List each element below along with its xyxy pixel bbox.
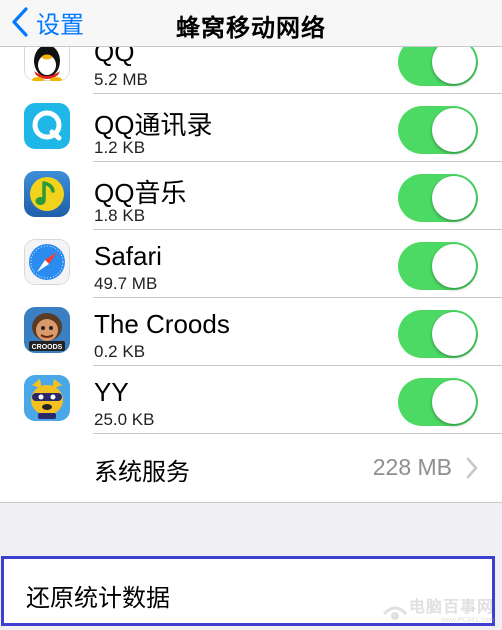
system-services-label: 系统服务 xyxy=(94,459,190,486)
app-cellular-list: QQ 5.2 MB QQ通讯录 1.2 KB QQ音乐 1.8 KB Safar… xyxy=(0,47,502,503)
reset-statistics-label: 还原统计数据 xyxy=(26,585,170,612)
cellular-toggle-the-croods[interactable] xyxy=(398,310,478,358)
toggle-knob xyxy=(432,108,476,152)
app-data-usage: 1.8 KB xyxy=(94,206,146,225)
toggle-knob xyxy=(432,244,476,288)
app-data-usage: 5.2 MB xyxy=(94,70,148,89)
croods-game-icon: CROODS xyxy=(24,307,70,353)
toggle-knob xyxy=(432,380,476,424)
chevron-right-icon xyxy=(466,457,478,479)
app-name: The Croods xyxy=(94,309,230,339)
app-name: QQ通讯录 xyxy=(94,110,213,140)
yy-raccoon-icon xyxy=(24,375,70,421)
toggle-knob xyxy=(432,312,476,356)
app-name: YY xyxy=(94,377,129,407)
app-name: Safari xyxy=(94,241,162,271)
list-item-qq-music: QQ音乐 1.8 KB xyxy=(0,162,502,230)
cellular-toggle-qq-music[interactable] xyxy=(398,174,478,222)
app-data-usage: 1.2 KB xyxy=(94,138,146,157)
app-data-usage: 25.0 KB xyxy=(94,410,155,429)
cellular-toggle-qq[interactable] xyxy=(398,47,478,86)
app-name: QQ xyxy=(94,47,135,67)
watermark-url: www.PC841.com xyxy=(440,617,494,624)
svg-text:CROODS: CROODS xyxy=(32,344,63,351)
qq-contacts-icon xyxy=(24,103,70,149)
list-item-qq: QQ 5.2 MB xyxy=(0,47,502,94)
system-services-row[interactable]: 系统服务 228 MB xyxy=(0,434,502,502)
cellular-toggle-qq-contacts[interactable] xyxy=(398,106,478,154)
qq-penguin-icon xyxy=(24,47,70,81)
cellular-toggle-safari[interactable] xyxy=(398,242,478,290)
page-title: 蜂窝移动网络 xyxy=(176,15,326,42)
cellular-toggle-yy[interactable] xyxy=(398,378,478,426)
list-item-qq-contacts: QQ通讯录 1.2 KB xyxy=(0,94,502,162)
watermark: 电脑百事网 www.PC841.com xyxy=(381,593,494,624)
watermark-text: 电脑百事网 xyxy=(408,599,494,616)
qq-music-icon xyxy=(24,171,70,217)
toggle-knob xyxy=(432,47,476,84)
list-item-the-croods: CROODS The Croods 0.2 KB xyxy=(0,298,502,366)
app-data-usage: 0.2 KB xyxy=(94,342,146,361)
watermark-logo-icon xyxy=(382,606,408,620)
list-item-safari: Safari 49.7 MB xyxy=(0,230,502,298)
app-data-usage: 49.7 MB xyxy=(94,274,158,293)
system-services-usage: 228 MB xyxy=(372,454,452,480)
safari-compass-icon xyxy=(24,239,70,285)
app-name: QQ音乐 xyxy=(94,178,187,208)
list-item-yy: YY 25.0 KB xyxy=(0,366,502,434)
navigation-bar: 设置 蜂窝移动网络 xyxy=(0,0,502,47)
toggle-knob xyxy=(432,176,476,220)
